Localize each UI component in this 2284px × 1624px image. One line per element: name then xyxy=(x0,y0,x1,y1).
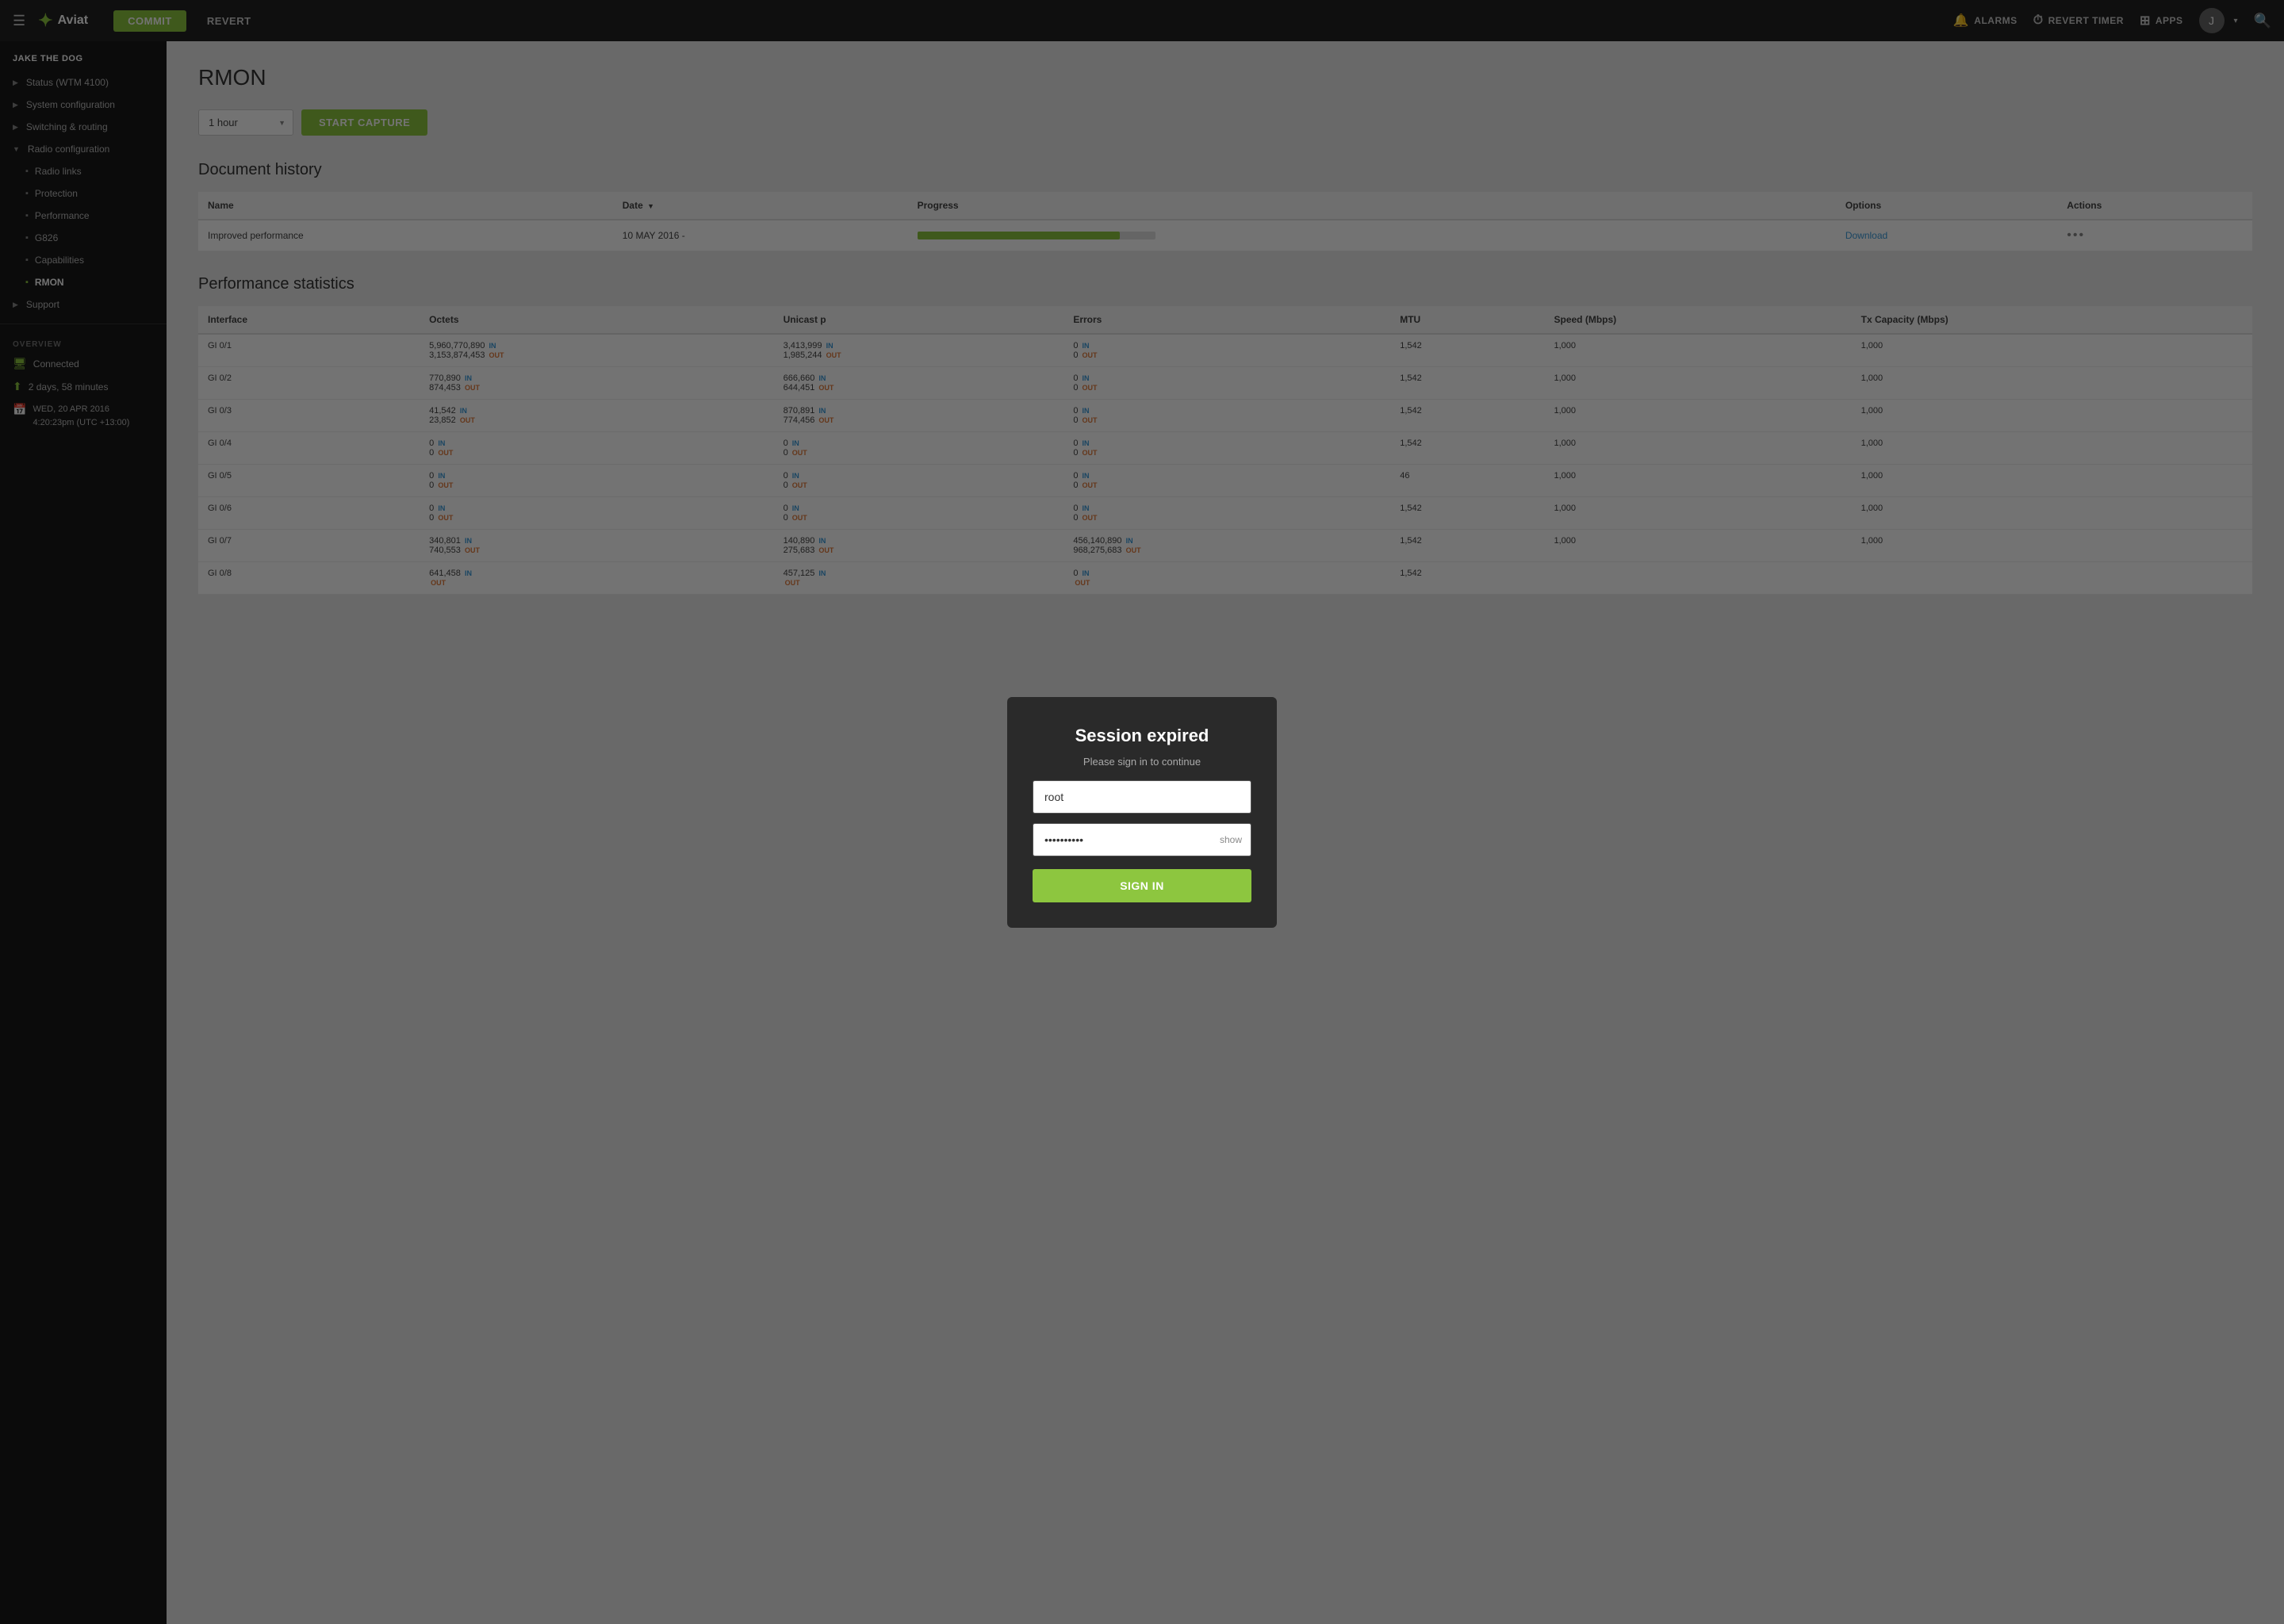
password-input[interactable] xyxy=(1033,823,1251,856)
modal-overlay: Session expired Please sign in to contin… xyxy=(0,0,2284,1624)
show-password-button[interactable]: show xyxy=(1220,834,1242,845)
modal-title: Session expired xyxy=(1075,726,1209,746)
password-row: show xyxy=(1033,823,1251,856)
modal-subtitle: Please sign in to continue xyxy=(1083,756,1201,768)
session-expired-modal: Session expired Please sign in to contin… xyxy=(1007,697,1277,928)
username-input[interactable] xyxy=(1033,780,1251,814)
sign-in-button[interactable]: SIGN IN xyxy=(1033,869,1251,902)
